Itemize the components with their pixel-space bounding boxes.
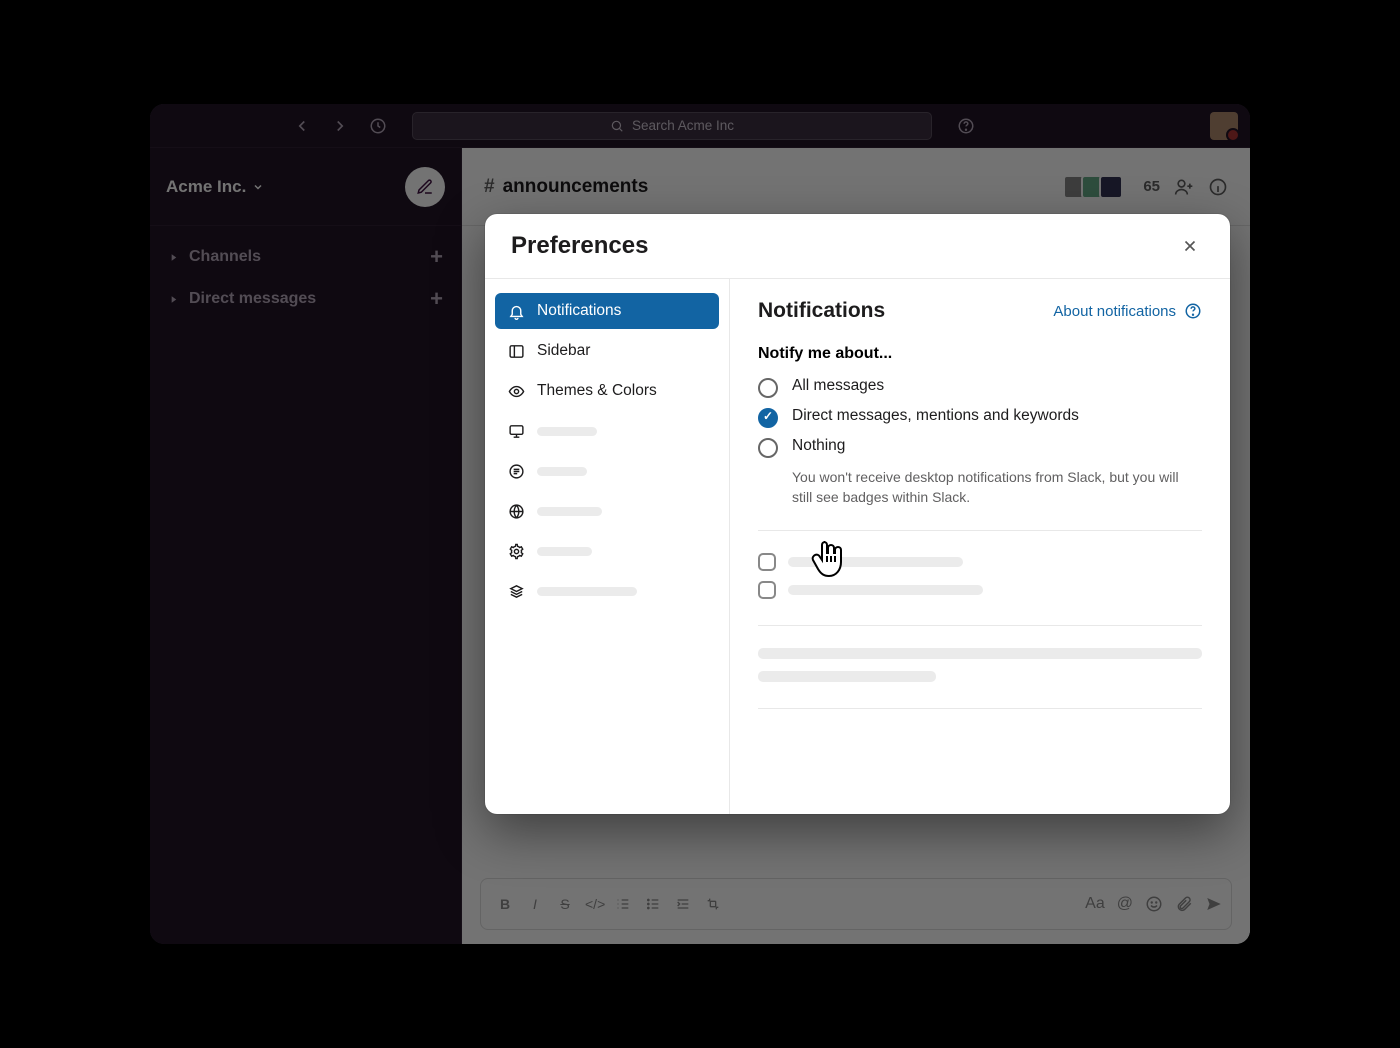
desktop-icon [507,422,525,440]
nav-item-placeholder[interactable] [495,573,719,609]
mention-icon[interactable]: @ [1117,895,1133,913]
nav-item-placeholder[interactable] [495,413,719,449]
code-block-icon[interactable] [705,896,725,912]
help-button[interactable] [952,112,980,140]
checkbox-icon [758,581,776,599]
close-button[interactable] [1176,232,1204,260]
eye-icon [507,382,525,400]
code-icon[interactable]: </> [585,896,605,912]
checkbox-placeholder[interactable] [758,553,1202,571]
bullet-list-icon[interactable] [645,896,665,912]
strike-icon[interactable]: S [555,896,575,912]
send-icon[interactable] [1205,895,1223,913]
radio-label: All messages [792,377,884,395]
preferences-nav: Notifications Sidebar Themes & Colors [485,279,730,814]
search-input[interactable]: Search Acme Inc [412,112,932,140]
app-window: Search Acme Inc Acme Inc. Channels + [150,104,1250,944]
channel-title[interactable]: # announcements [484,176,648,198]
globe-icon [507,502,525,520]
nav-item-placeholder[interactable] [495,493,719,529]
font-icon[interactable]: Aa [1085,895,1105,913]
channel-name: announcements [503,176,649,198]
preferences-content: Notifications About notifications Notify… [730,279,1230,814]
attach-icon[interactable] [1175,895,1193,913]
workspace-sidebar: Acme Inc. Channels + Direct messages [150,148,462,944]
user-avatar[interactable] [1210,112,1238,140]
indent-icon[interactable] [675,896,695,912]
nothing-description: You won't receive desktop notifications … [792,467,1202,508]
ordered-list-icon[interactable] [615,896,635,912]
member-count: 65 [1143,178,1160,195]
bell-icon [507,302,525,320]
channel-details-button[interactable] [1208,177,1228,197]
channels-label: Channels [189,248,261,266]
bold-icon[interactable]: B [495,896,515,912]
radio-label: Direct messages, mentions and keywords [792,407,1079,425]
history-button[interactable] [364,112,392,140]
about-link-text: About notifications [1053,303,1176,320]
radio-icon [758,378,778,398]
nav-item-themes[interactable]: Themes & Colors [495,373,719,409]
content-title: Notifications [758,299,885,323]
workspace-name: Acme Inc. [166,177,246,197]
nav-item-placeholder[interactable] [495,453,719,489]
stack-icon [507,582,525,600]
radio-icon [758,438,778,458]
nav-item-sidebar[interactable]: Sidebar [495,333,719,369]
gear-icon [507,542,525,560]
add-people-button[interactable] [1174,177,1194,197]
preferences-modal: Preferences Notifications Sidebar [485,214,1230,814]
checkbox-placeholder[interactable] [758,581,1202,599]
sidebar-section-channels[interactable]: Channels + [164,236,447,278]
top-bar: Search Acme Inc [150,104,1250,148]
emoji-icon[interactable] [1145,895,1163,913]
forward-button[interactable] [326,112,354,140]
search-placeholder: Search Acme Inc [632,118,734,133]
radio-icon [758,408,778,428]
modal-title: Preferences [511,232,648,260]
member-avatars[interactable] [1063,175,1123,199]
nav-item-placeholder[interactable] [495,533,719,569]
sidebar-section-dms[interactable]: Direct messages + [164,278,447,320]
workspace-switcher[interactable]: Acme Inc. [166,177,264,197]
italic-icon[interactable]: I [525,896,545,912]
nav-label: Notifications [537,302,621,320]
about-notifications-link[interactable]: About notifications [1053,302,1202,320]
notify-heading: Notify me about... [758,345,1202,363]
message-composer[interactable]: B I S </> Aa @ [480,878,1232,930]
nav-label: Sidebar [537,342,590,360]
message-icon [507,462,525,480]
nav-label: Themes & Colors [537,382,657,400]
format-toolbar: B I S </> [489,896,725,912]
radio-nothing[interactable]: Nothing [758,437,1202,458]
dms-label: Direct messages [189,290,316,308]
radio-label: Nothing [792,437,845,455]
add-channel-button[interactable]: + [430,244,443,270]
radio-dm-mentions[interactable]: Direct messages, mentions and keywords [758,407,1202,428]
add-dm-button[interactable]: + [430,286,443,312]
compose-button[interactable] [405,167,445,207]
nav-item-notifications[interactable]: Notifications [495,293,719,329]
channel-prefix: # [484,176,495,198]
radio-all-messages[interactable]: All messages [758,377,1202,398]
back-button[interactable] [288,112,316,140]
checkbox-icon [758,553,776,571]
sidebar-icon [507,342,525,360]
